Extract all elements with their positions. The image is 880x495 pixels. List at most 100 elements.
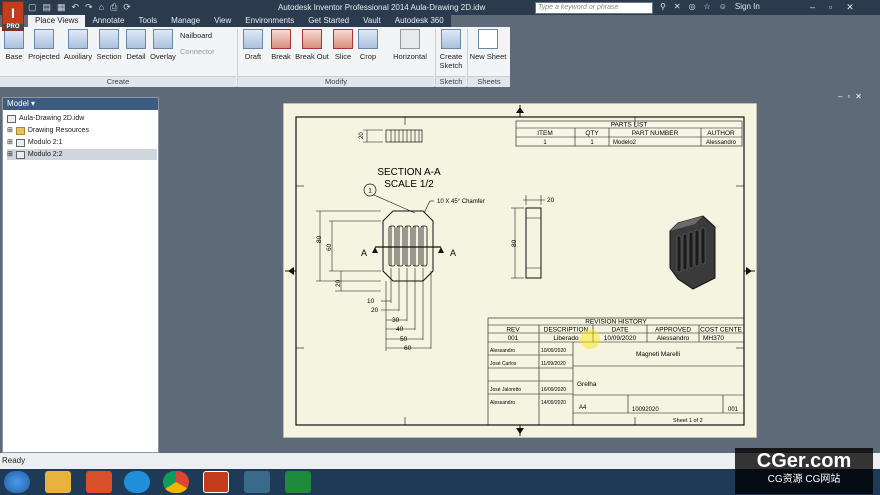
crop-button[interactable]: Crop (356, 29, 380, 61)
svg-text:1: 1 (368, 188, 372, 195)
minimize-icon[interactable]: – (810, 2, 815, 13)
crop-icon (358, 29, 378, 49)
part-title: Grelha (577, 381, 597, 388)
dimension-label: 50 (400, 336, 408, 343)
browser-item-document[interactable]: Aula-Drawing 2D.idw (7, 113, 157, 124)
revision-header: DESCRIPTION (544, 327, 589, 334)
base-view-button[interactable]: Base (3, 29, 25, 61)
revision-header: COST CENTE (700, 327, 742, 334)
checker-name: José Carlos (490, 361, 517, 367)
ribbon-tabs: Place Views Annotate Tools Manage View E… (28, 15, 451, 27)
minimize-icon[interactable]: – (838, 92, 842, 101)
tab-autodesk-360[interactable]: Autodesk 360 (388, 15, 451, 27)
create-sketch-icon (441, 29, 461, 49)
break-out-button[interactable]: Break Out (295, 29, 329, 61)
revision-header: REV (506, 327, 520, 334)
open-icon[interactable]: ▤ (43, 2, 52, 13)
subscription-icon[interactable]: ◎ (689, 2, 696, 11)
detail-view-button[interactable]: Detail (124, 29, 148, 61)
section-scale: SCALE 1/2 (384, 179, 434, 190)
create-group-label: Create (0, 76, 236, 87)
section-view-button[interactable]: Section (94, 29, 124, 61)
tab-annotate[interactable]: Annotate (85, 15, 131, 27)
save-icon[interactable]: ▦ (57, 2, 66, 13)
modify-group-label: Modify (238, 76, 434, 87)
manager-name: Alessandro (490, 400, 515, 406)
window-title: Autodesk Inventor Professional 2014 Aula… (278, 3, 486, 12)
isometric-view-part[interactable] (669, 215, 716, 290)
update-icon[interactable]: ⟳ (123, 2, 131, 13)
overlay-view-button[interactable]: Overlay (148, 29, 178, 61)
sketch-group-label: Sketch (436, 76, 466, 87)
edge-browser-icon[interactable] (124, 471, 150, 493)
screen-recorder-icon[interactable] (244, 471, 270, 493)
sheets-group-label: Sheets (468, 76, 510, 87)
star-icon[interactable]: ☆ (704, 2, 711, 11)
horizontal-button[interactable]: Horizontal (388, 29, 432, 61)
application-menu-button[interactable]: I PRO (2, 1, 24, 31)
section-label-left: A (361, 248, 367, 258)
binoculars-icon[interactable]: ⚲ (660, 2, 666, 11)
break-button[interactable]: Break (269, 29, 293, 61)
draft-view-button[interactable]: Draft (241, 29, 265, 61)
print-icon[interactable]: ⎙ (110, 2, 117, 13)
browser-item-drawing-resources[interactable]: ⊞ Drawing Resources (7, 125, 157, 136)
revision-header: DATE (612, 327, 630, 334)
base-view-icon (4, 29, 24, 49)
start-button-icon[interactable] (4, 471, 30, 493)
home-icon[interactable]: ⌂ (99, 2, 104, 13)
browser-item-sheet-2[interactable]: ⊞ Modulo 2:2 (7, 149, 157, 160)
tab-environments[interactable]: Environments (238, 15, 301, 27)
auxiliary-view-button[interactable]: Auxiliary (62, 29, 94, 61)
tab-vault[interactable]: Vault (356, 15, 388, 27)
tab-view[interactable]: View (207, 15, 238, 27)
help-search-input[interactable]: Type a keyword or phrase (535, 2, 653, 14)
restore-icon[interactable]: ▫ (847, 92, 850, 101)
section-view-icon (99, 29, 119, 49)
browser-item-sheet-1[interactable]: ⊞ Modulo 2:1 (7, 137, 157, 148)
slice-button[interactable]: Slice (331, 29, 355, 61)
tab-tools[interactable]: Tools (131, 15, 164, 27)
tab-get-started[interactable]: Get Started (301, 15, 356, 27)
draft-view-icon (243, 29, 263, 49)
section-label-right: A (450, 248, 456, 258)
file-explorer-icon[interactable] (45, 471, 71, 493)
manager-date: 14/09/2020 (541, 400, 566, 406)
close-icon[interactable]: ✕ (846, 2, 854, 13)
nailboard-button[interactable]: Nailboard (180, 31, 212, 40)
cursor-highlight (580, 329, 600, 349)
header-icons: ⚲ ✕ ◎ ☆ ☺ Sign In (660, 2, 760, 11)
chamfer-note: 10 X 45° Chamfer (437, 199, 485, 205)
new-icon[interactable]: ▢ (28, 2, 37, 13)
parts-list-cell: Modelo2 (613, 140, 637, 146)
media-player-icon[interactable] (86, 471, 112, 493)
new-sheet-button[interactable]: New Sheet (469, 29, 507, 61)
revision-title: REVISION HISTORY (585, 319, 647, 326)
redo-icon[interactable]: ↷ (85, 2, 93, 13)
projected-view-button[interactable]: Projected (26, 29, 62, 61)
inventor-app-icon[interactable] (203, 471, 229, 493)
revision-cell: Alessandro (657, 335, 690, 342)
auxiliary-view-icon (68, 29, 88, 49)
sign-in-link[interactable]: Sign In (735, 2, 760, 11)
tab-place-views[interactable]: Place Views (28, 15, 86, 27)
maximize-icon[interactable]: ▫ (829, 2, 832, 13)
revision-number: 001 (728, 407, 739, 413)
drawing-number: 10092020 (632, 407, 659, 413)
revision-cell: MH370 (703, 335, 724, 342)
browser-header[interactable]: Model ▾ (3, 98, 158, 110)
drawing-sheet[interactable]: PARTS LIST ITEM QTY PART NUMBER AUTHOR 1… (283, 103, 757, 438)
parts-list-header: QTY (585, 130, 599, 137)
user-icon[interactable]: ☺ (719, 2, 727, 11)
create-sketch-button[interactable]: Create Sketch (437, 29, 465, 70)
sheet-number: Sheet 1 of 2 (673, 418, 703, 424)
horizontal-align-icon (400, 29, 420, 49)
connector-button[interactable]: Connector (180, 47, 215, 56)
close-icon[interactable]: ✕ (855, 92, 862, 101)
tab-manage[interactable]: Manage (164, 15, 207, 27)
chrome-browser-icon[interactable] (163, 471, 189, 493)
undo-icon[interactable]: ↶ (72, 2, 80, 13)
camtasia-app-icon[interactable] (285, 471, 311, 493)
tools-icon[interactable]: ✕ (674, 2, 681, 11)
revision-cell: 001 (508, 335, 519, 342)
